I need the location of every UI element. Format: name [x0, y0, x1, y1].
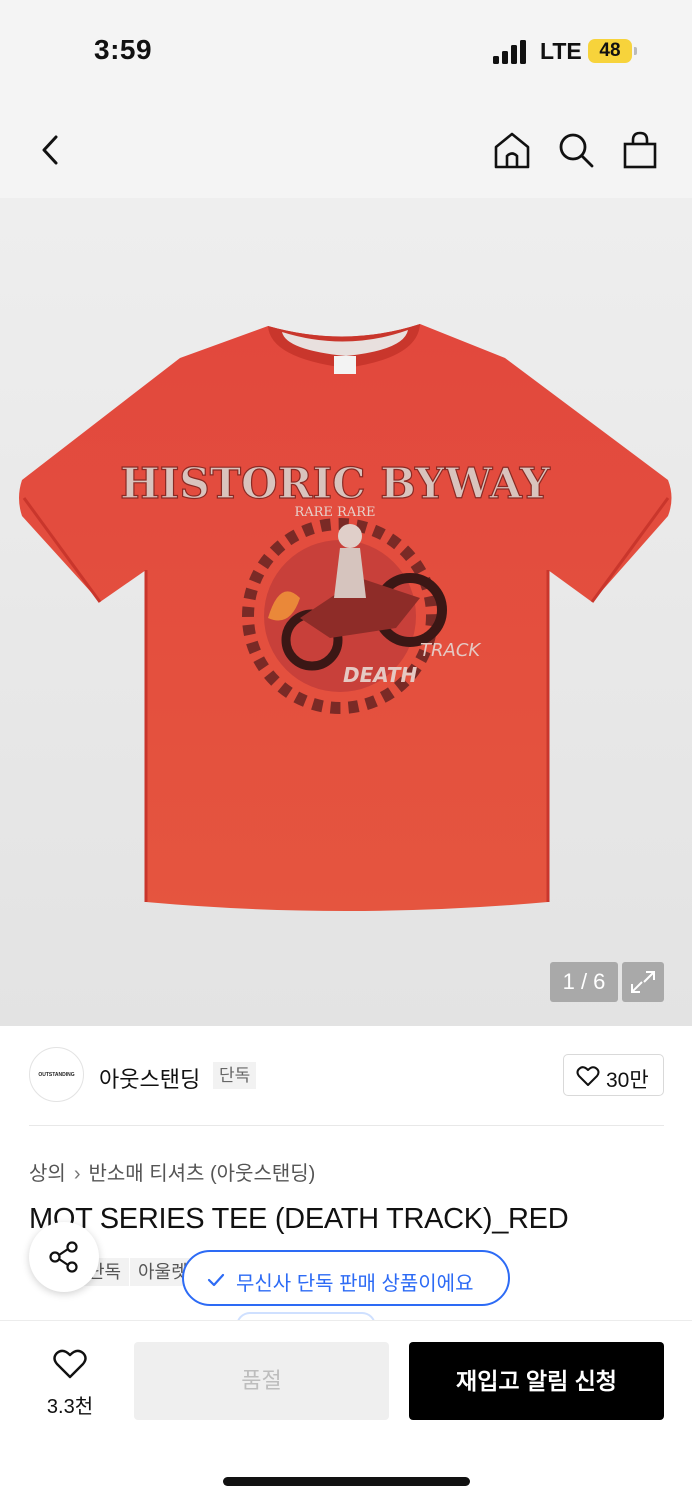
image-pager: 1 / 6	[550, 962, 618, 1002]
brand-exclusive-tag: 단독	[213, 1062, 257, 1089]
brand-like-button[interactable]: 30만	[563, 1054, 664, 1096]
brand-logo[interactable]: OUTSTANDING	[29, 1047, 84, 1102]
toast-text: 무신사 단독 판매 상품이에요	[236, 1273, 474, 1295]
print-death: DEATH	[343, 663, 417, 687]
home-indicator[interactable]	[223, 1477, 470, 1486]
exclusive-toast: 무신사 단독 판매 상품이에요	[182, 1250, 510, 1306]
breadcrumb-category[interactable]: 상의	[29, 1163, 66, 1185]
home-icon[interactable]	[492, 130, 532, 170]
signal-icon	[493, 40, 526, 64]
chevron-left-icon[interactable]	[36, 132, 64, 168]
restock-alert-button[interactable]: 재입고 알림 신청	[409, 1342, 664, 1420]
heart-icon	[53, 1349, 87, 1379]
heart-icon	[576, 1066, 600, 1086]
search-icon[interactable]	[556, 130, 596, 170]
status-time: 3:59	[94, 34, 153, 65]
check-icon	[207, 1273, 225, 1287]
battery-icon: 48	[588, 39, 632, 63]
product-title: MOT SERIES TEE (DEATH TRACK)_RED	[29, 1203, 569, 1235]
share-icon	[49, 1241, 78, 1273]
bottom-action-bar: 3.3천 품절 재입고 알림 신청	[0, 1320, 692, 1500]
expand-button[interactable]	[622, 962, 664, 1002]
shopping-bag-icon[interactable]	[620, 130, 660, 170]
brand-row: OUTSTANDING 아웃스탠딩 단독 30만	[0, 1026, 692, 1126]
product-image-gallery[interactable]: HISTORIC BYWAY RARE RARE TRACK DEATH	[0, 198, 692, 1026]
breadcrumb-subcategory[interactable]: 반소매 티셔츠 (아웃스탠딩)	[88, 1163, 315, 1185]
top-nav-bar	[0, 100, 692, 198]
brand-like-count: 30만	[606, 1069, 649, 1092]
print-sub: RARE RARE	[294, 505, 375, 520]
breadcrumb: 상의 › 반소매 티셔츠 (아웃스탠딩)	[29, 1157, 315, 1186]
status-bar: 3:59 LTE 48	[0, 0, 692, 100]
network-label: LTE	[540, 38, 582, 64]
divider	[29, 1125, 664, 1126]
chevron-right-icon: ›	[73, 1163, 81, 1185]
share-button[interactable]	[29, 1222, 99, 1292]
expand-icon	[631, 971, 655, 993]
battery-tip	[634, 47, 637, 55]
wishlist-button[interactable]: 3.3천	[40, 1348, 100, 1418]
soldout-button[interactable]: 품절	[134, 1342, 389, 1420]
brand-name[interactable]: 아웃스탠딩	[99, 1062, 200, 1094]
wishlist-count: 3.3천	[46, 1396, 94, 1418]
print-headline: HISTORIC BYWAY	[120, 459, 551, 508]
print-track: TRACK	[420, 640, 481, 661]
product-photo: HISTORIC BYWAY RARE RARE TRACK DEATH	[19, 324, 672, 911]
